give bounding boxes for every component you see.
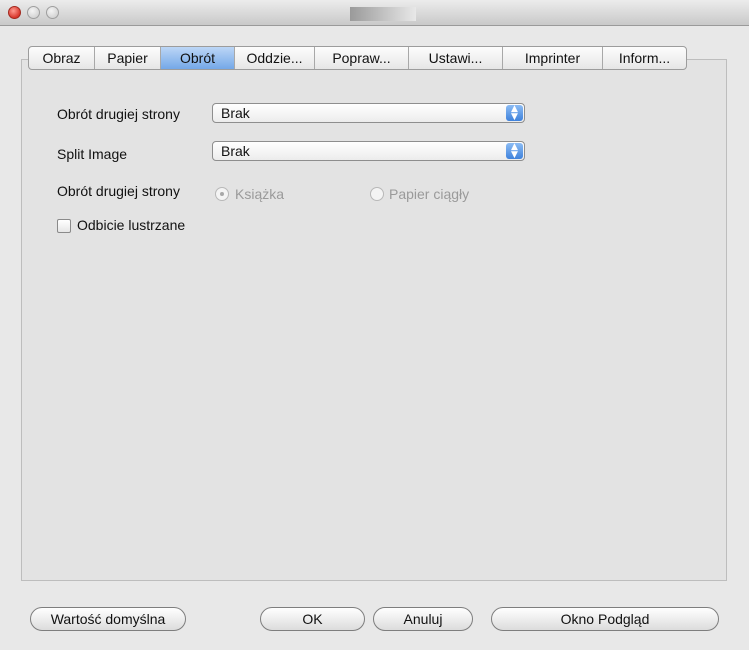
radio-papier-ciagly[interactable] (370, 187, 384, 201)
title-bar (0, 0, 749, 26)
defaults-button[interactable]: Wartość domyślna (30, 607, 186, 631)
rotation-value: Brak (221, 105, 250, 121)
rotation-popup[interactable]: Brak ▲ ▼ (212, 103, 525, 123)
radio-ksiazka-label: Książka (235, 186, 285, 202)
radio-ksiazka[interactable] (215, 187, 229, 201)
split-image-label: Split Image (57, 146, 128, 162)
tab-papier[interactable]: Papier (95, 47, 161, 69)
tab-ustawi[interactable]: Ustawi... (409, 47, 503, 69)
tab-popraw[interactable]: Popraw... (315, 47, 409, 69)
zoom-window-button[interactable] (46, 6, 59, 19)
binding-label: Obrót drugiej strony (57, 183, 180, 199)
preview-button[interactable]: Okno Podgląd (491, 607, 719, 631)
tab-oddzie[interactable]: Oddzie... (235, 47, 315, 69)
minimize-window-button[interactable] (27, 6, 40, 19)
ok-button[interactable]: OK (260, 607, 365, 631)
tab-obrot[interactable]: Obrót (161, 47, 235, 69)
mirror-checkbox[interactable] (57, 219, 71, 233)
close-window-button[interactable] (8, 6, 21, 19)
cancel-button[interactable]: Anuluj (373, 607, 473, 631)
tab-bar: Obraz Papier Obrót Oddzie... Popraw... U… (28, 46, 687, 70)
window-title-icon (350, 7, 416, 21)
popup-arrows-icon: ▲ ▼ (506, 105, 523, 122)
split-image-popup[interactable]: Brak ▲ ▼ (212, 141, 525, 161)
mirror-label: Odbicie lustrzane (77, 217, 186, 233)
radio-papier-ciagly-label: Papier ciągły (389, 186, 470, 202)
rotation-label: Obrót drugiej strony (57, 106, 180, 122)
tab-imprinter[interactable]: Imprinter (503, 47, 603, 69)
tab-obraz[interactable]: Obraz (29, 47, 95, 69)
popup-arrows-icon: ▲ ▼ (506, 143, 523, 160)
split-image-value: Brak (221, 143, 250, 159)
tab-content-panel (21, 59, 727, 581)
tab-inform[interactable]: Inform... (603, 47, 686, 69)
